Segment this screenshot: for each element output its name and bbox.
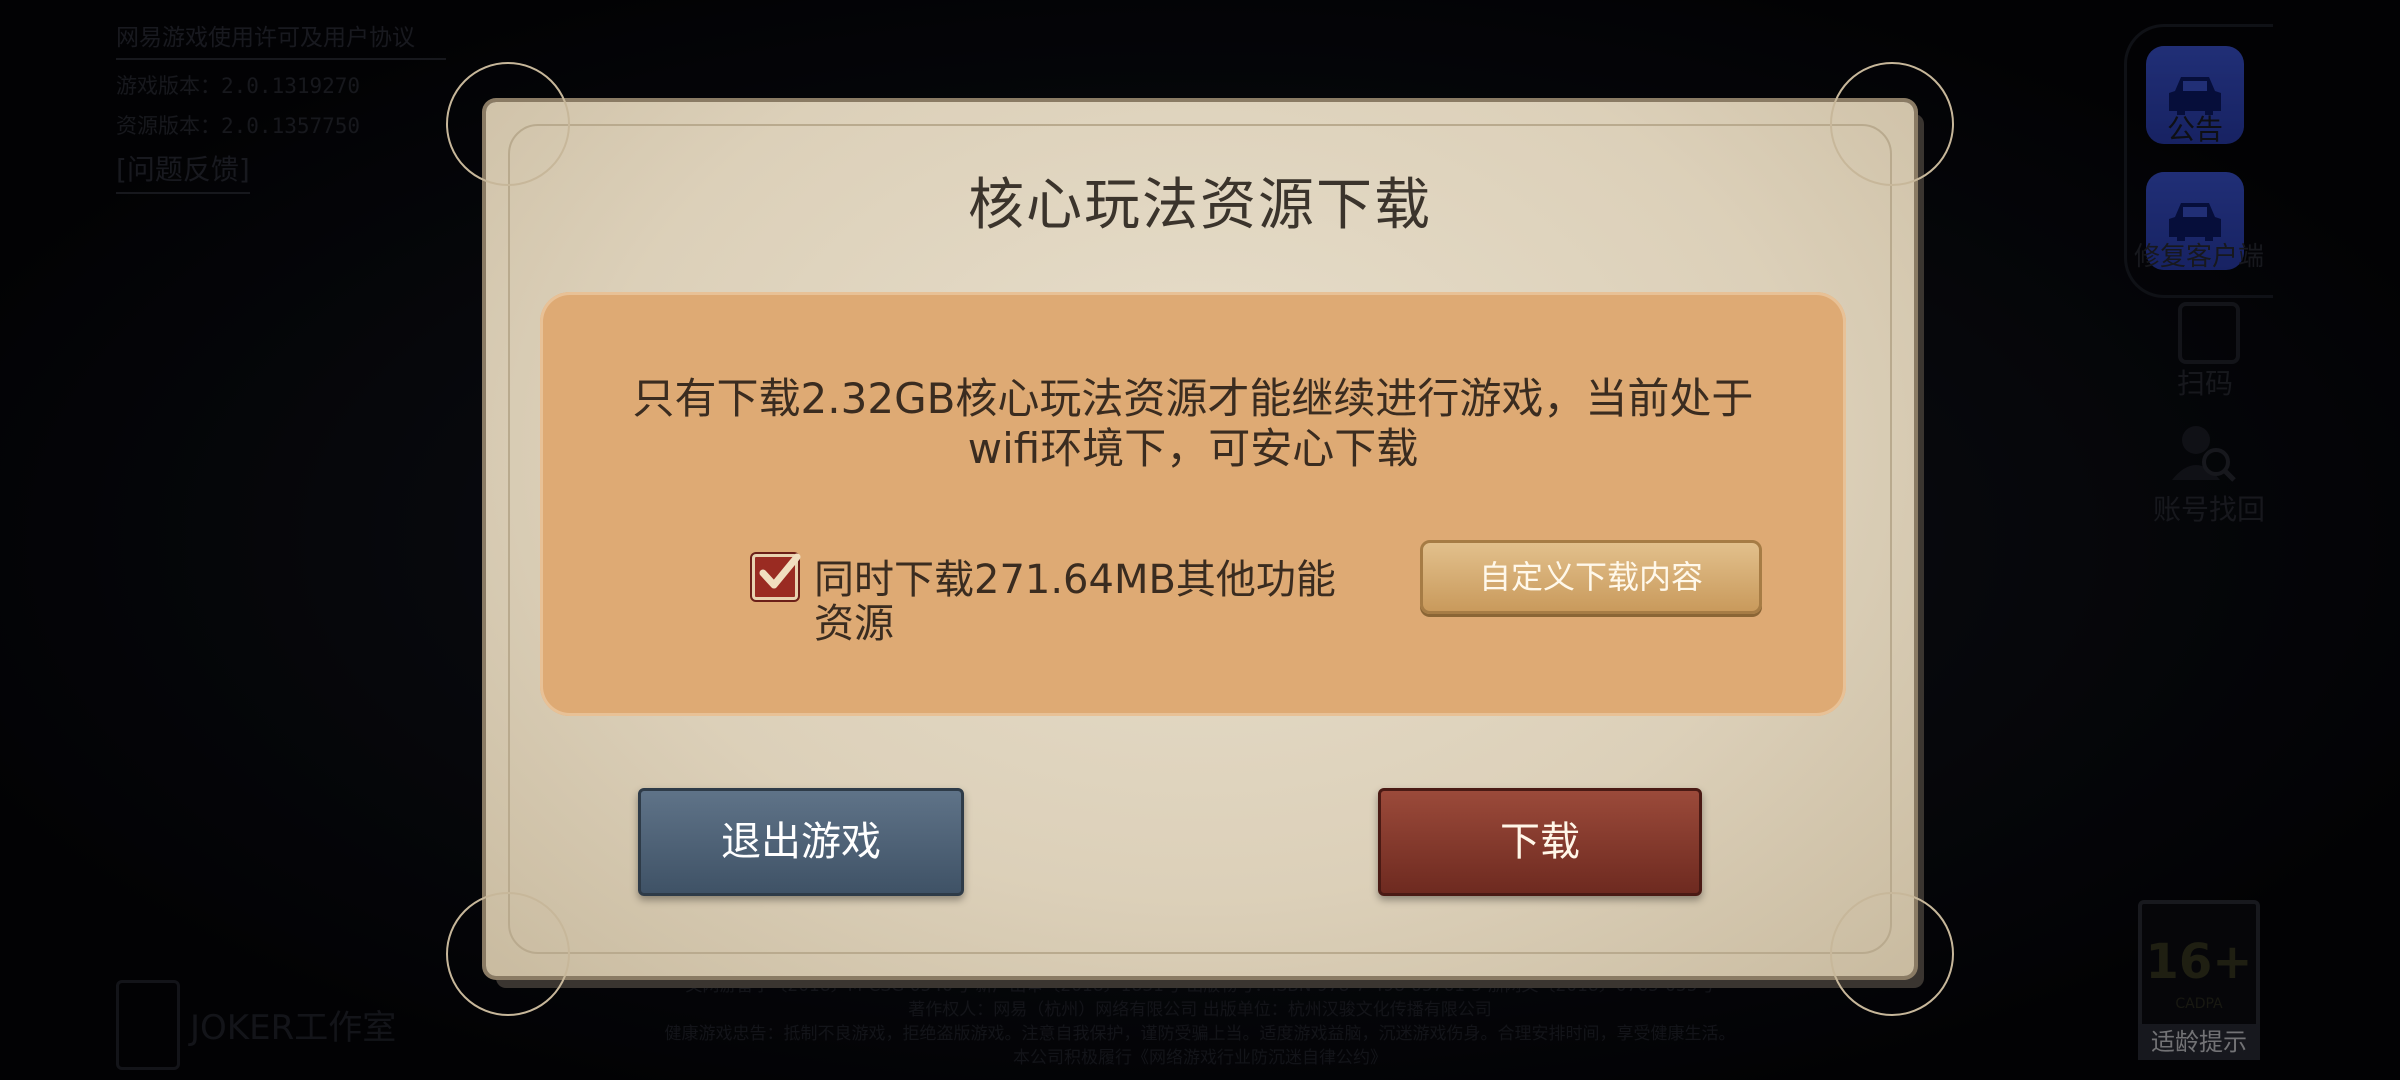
dialog-title: 核心玩法资源下载 — [968, 173, 1432, 238]
download-message: 只有下载2.32GB核心玩法资源才能继续进行游戏，当前处于 wifi环境下，可安… — [540, 374, 1846, 474]
corner-ornament — [446, 892, 570, 1016]
extra-resources-label[interactable]: 同时下载271.64MB其他功能资源 — [814, 558, 1354, 646]
download-info-panel: 只有下载2.32GB核心玩法资源才能继续进行游戏，当前处于 wifi环境下，可安… — [540, 292, 1846, 716]
download-button[interactable]: 下载 — [1378, 788, 1702, 896]
checkmark-icon — [759, 553, 801, 589]
extra-resources-checkbox[interactable] — [752, 553, 801, 600]
corner-ornament — [1830, 892, 1954, 1016]
download-dialog: 核心玩法资源下载 只有下载2.32GB核心玩法资源才能继续进行游戏，当前处于 w… — [446, 62, 1954, 1016]
exit-game-button[interactable]: 退出游戏 — [638, 788, 964, 896]
message-line: 只有下载2.32GB核心玩法资源才能继续进行游戏，当前处于 — [632, 374, 1754, 423]
message-line: wifi环境下，可安心下载 — [967, 424, 1419, 473]
customize-download-button[interactable]: 自定义下载内容 — [1420, 540, 1762, 614]
